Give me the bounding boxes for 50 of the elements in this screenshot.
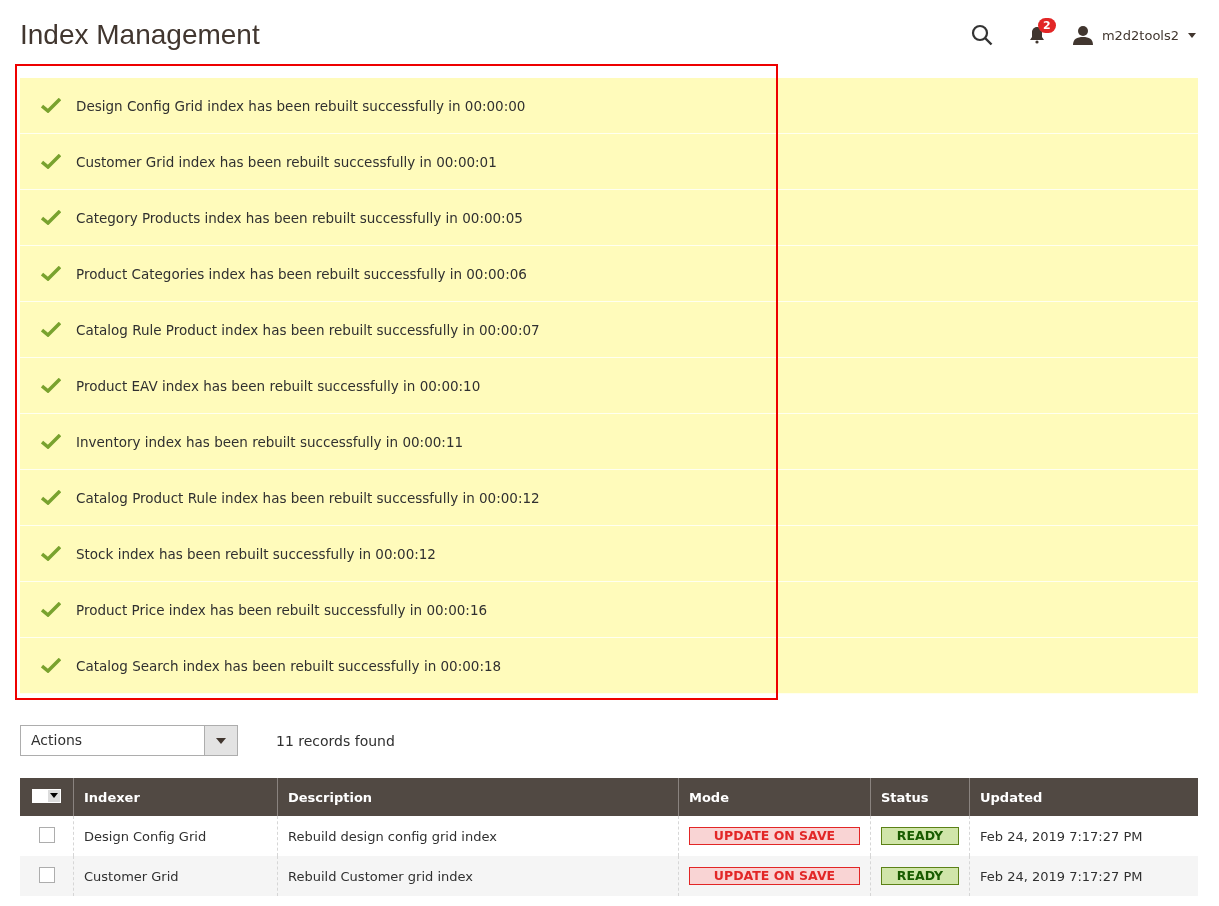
success-message: Product EAV index has been rebuilt successfully in 00:00:10 [20, 358, 1198, 414]
success-message: Catalog Product Rule index has been rebuilt successfully in 00:00:12 [20, 470, 1198, 526]
check-icon [41, 378, 61, 393]
table-cell: Rebuild design config grid index [288, 828, 497, 844]
success-message: Design Config Grid index has been rebuilt successfully in 00:00:00 [20, 78, 1198, 134]
check-icon [41, 546, 61, 561]
table-cell: Design Config Grid [84, 828, 207, 844]
success-message: Inventory index has been rebuilt successfully in 00:00:11 [20, 414, 1198, 470]
success-message: Category Products index has been rebuilt successfully in 00:00:05 [20, 190, 1198, 246]
status-badge: READY [881, 827, 959, 845]
success-message: Product Price index has been rebuilt successfully in 00:00:16 [20, 582, 1198, 638]
mode-badge: UPDATE ON SAVE [689, 867, 860, 885]
check-icon [41, 658, 61, 673]
check-icon [41, 602, 61, 617]
caret-icon [50, 793, 58, 798]
column-header[interactable]: Description [288, 789, 373, 805]
records-count: 11 records found [276, 732, 395, 749]
table-cell: Feb 24, 2019 7:17:27 PM [980, 828, 1143, 844]
search-icon[interactable] [970, 24, 993, 46]
column-header[interactable]: Mode [689, 789, 729, 805]
check-icon [41, 490, 61, 505]
success-message: Catalog Rule Product index has been rebuilt successfully in 00:00:07 [20, 302, 1198, 358]
check-icon [41, 322, 61, 337]
check-icon [41, 266, 61, 281]
bell-icon[interactable] [1028, 26, 1045, 44]
row-checkbox[interactable] [38, 866, 55, 883]
actions-select[interactable]: Actions [20, 725, 238, 756]
success-message: Catalog Search index has been rebuilt successfully in 00:00:18 [20, 638, 1198, 694]
status-badge: READY [881, 867, 959, 885]
table-cell: Rebuild Customer grid index [288, 868, 473, 884]
check-icon [41, 98, 61, 113]
row-checkbox[interactable] [38, 826, 55, 843]
check-icon [41, 154, 61, 169]
table-cell: Customer Grid [84, 868, 179, 884]
column-header[interactable]: Updated [980, 789, 1043, 805]
check-icon [41, 434, 61, 449]
table-cell: Feb 24, 2019 7:17:27 PM [980, 868, 1143, 884]
column-header[interactable]: Indexer [84, 789, 140, 805]
page-title: Index Management [20, 19, 260, 51]
user-menu[interactable]: m2d2tools2 [1072, 25, 1196, 45]
success-message: Customer Grid index has been rebuilt successfully in 00:00:01 [20, 134, 1198, 190]
success-message: Product Categories index has been rebuilt successfully in 00:00:06 [20, 246, 1198, 302]
mode-badge: UPDATE ON SAVE [689, 827, 860, 845]
check-icon [41, 210, 61, 225]
notification-count: 2 [1037, 18, 1056, 33]
caret-icon [1188, 32, 1196, 38]
mass-select-control[interactable] [32, 788, 61, 803]
success-message: Stock index has been rebuilt successfully in 00:00:12 [20, 526, 1198, 582]
user-icon [1072, 25, 1093, 45]
caret-icon [216, 737, 226, 744]
